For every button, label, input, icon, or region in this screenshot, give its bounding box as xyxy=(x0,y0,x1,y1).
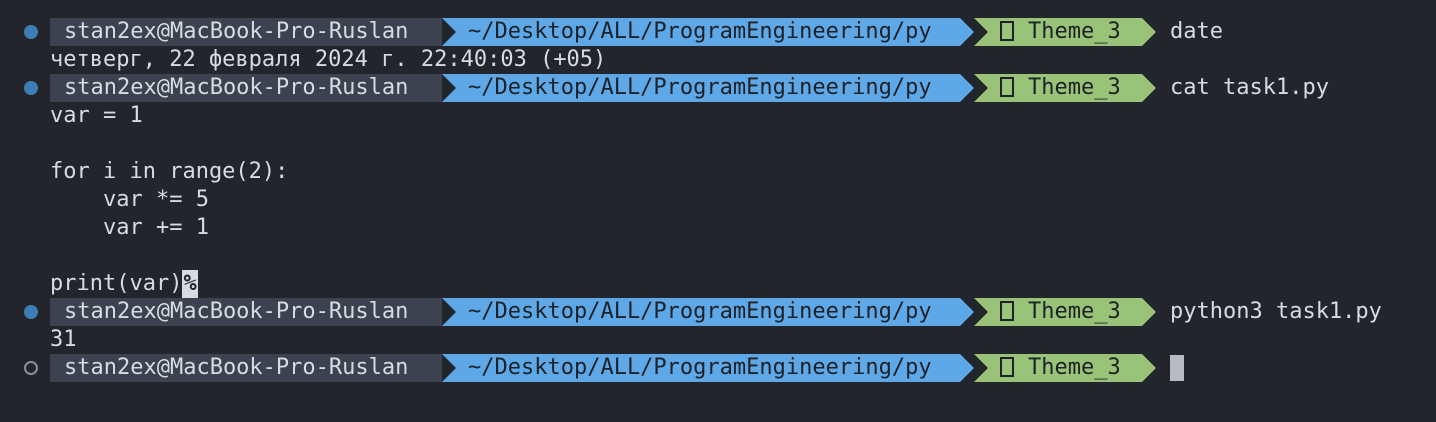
prompt-git-branch: Theme_3 xyxy=(974,354,1156,382)
code-text: print(var) xyxy=(50,271,183,296)
command-pending-mark xyxy=(24,361,38,375)
prompt-user-host: stan2ex@MacBook-Pro-Ruslan xyxy=(50,298,442,326)
prompt-git-branch: Theme_3 xyxy=(974,298,1156,326)
code-line: var = 1 xyxy=(50,103,143,128)
prompt-line: stan2ex@MacBook-Pro-Ruslan ~/Desktop/ALL… xyxy=(0,74,1436,102)
branch-name: Theme_3 xyxy=(1028,19,1121,44)
prompt-path: ~/Desktop/ALL/ProgramEngineering/py xyxy=(442,298,974,326)
prompt-path: ~/Desktop/ALL/ProgramEngineering/py xyxy=(442,354,974,382)
branch-name: Theme_3 xyxy=(1028,355,1121,380)
prompt-line-current: stan2ex@MacBook-Pro-Ruslan ~/Desktop/ALL… xyxy=(0,354,1436,382)
no-newline-marker: % xyxy=(182,270,198,298)
prompt-git-branch: Theme_3 xyxy=(974,74,1156,102)
git-branch-icon xyxy=(1000,21,1014,41)
prompt-line: stan2ex@MacBook-Pro-Ruslan ~/Desktop/ALL… xyxy=(0,298,1436,326)
command-success-mark xyxy=(24,25,38,39)
command-text: date xyxy=(1170,19,1223,44)
prompt-path: ~/Desktop/ALL/ProgramEngineering/py xyxy=(442,74,974,102)
text-cursor[interactable] xyxy=(1170,355,1184,381)
command-text: python3 task1.py xyxy=(1170,299,1382,324)
code-line: var += 1 xyxy=(50,215,209,240)
command-success-mark xyxy=(24,305,38,319)
code-line: for i in range(2): xyxy=(50,159,289,184)
prompt-user-host: stan2ex@MacBook-Pro-Ruslan xyxy=(50,74,442,102)
prompt-user-host: stan2ex@MacBook-Pro-Ruslan xyxy=(50,354,442,382)
branch-name: Theme_3 xyxy=(1028,75,1121,100)
output-line: 31 xyxy=(50,327,77,352)
git-branch-icon xyxy=(1000,357,1014,377)
code-line: print(var)% xyxy=(50,270,198,298)
prompt-line: stan2ex@MacBook-Pro-Ruslan ~/Desktop/ALL… xyxy=(0,18,1436,46)
terminal-window[interactable]: stan2ex@MacBook-Pro-Ruslan ~/Desktop/ALL… xyxy=(0,0,1436,422)
git-branch-icon xyxy=(1000,301,1014,321)
command-success-mark xyxy=(24,81,38,95)
code-line: var *= 5 xyxy=(50,187,209,212)
command-text: cat task1.py xyxy=(1170,75,1329,100)
git-branch-icon xyxy=(1000,77,1014,97)
prompt-path: ~/Desktop/ALL/ProgramEngineering/py xyxy=(442,18,974,46)
branch-name: Theme_3 xyxy=(1028,299,1121,324)
prompt-user-host: stan2ex@MacBook-Pro-Ruslan xyxy=(50,18,442,46)
prompt-git-branch: Theme_3 xyxy=(974,18,1156,46)
output-line: четверг, 22 февраля 2024 г. 22:40:03 (+0… xyxy=(50,47,607,72)
